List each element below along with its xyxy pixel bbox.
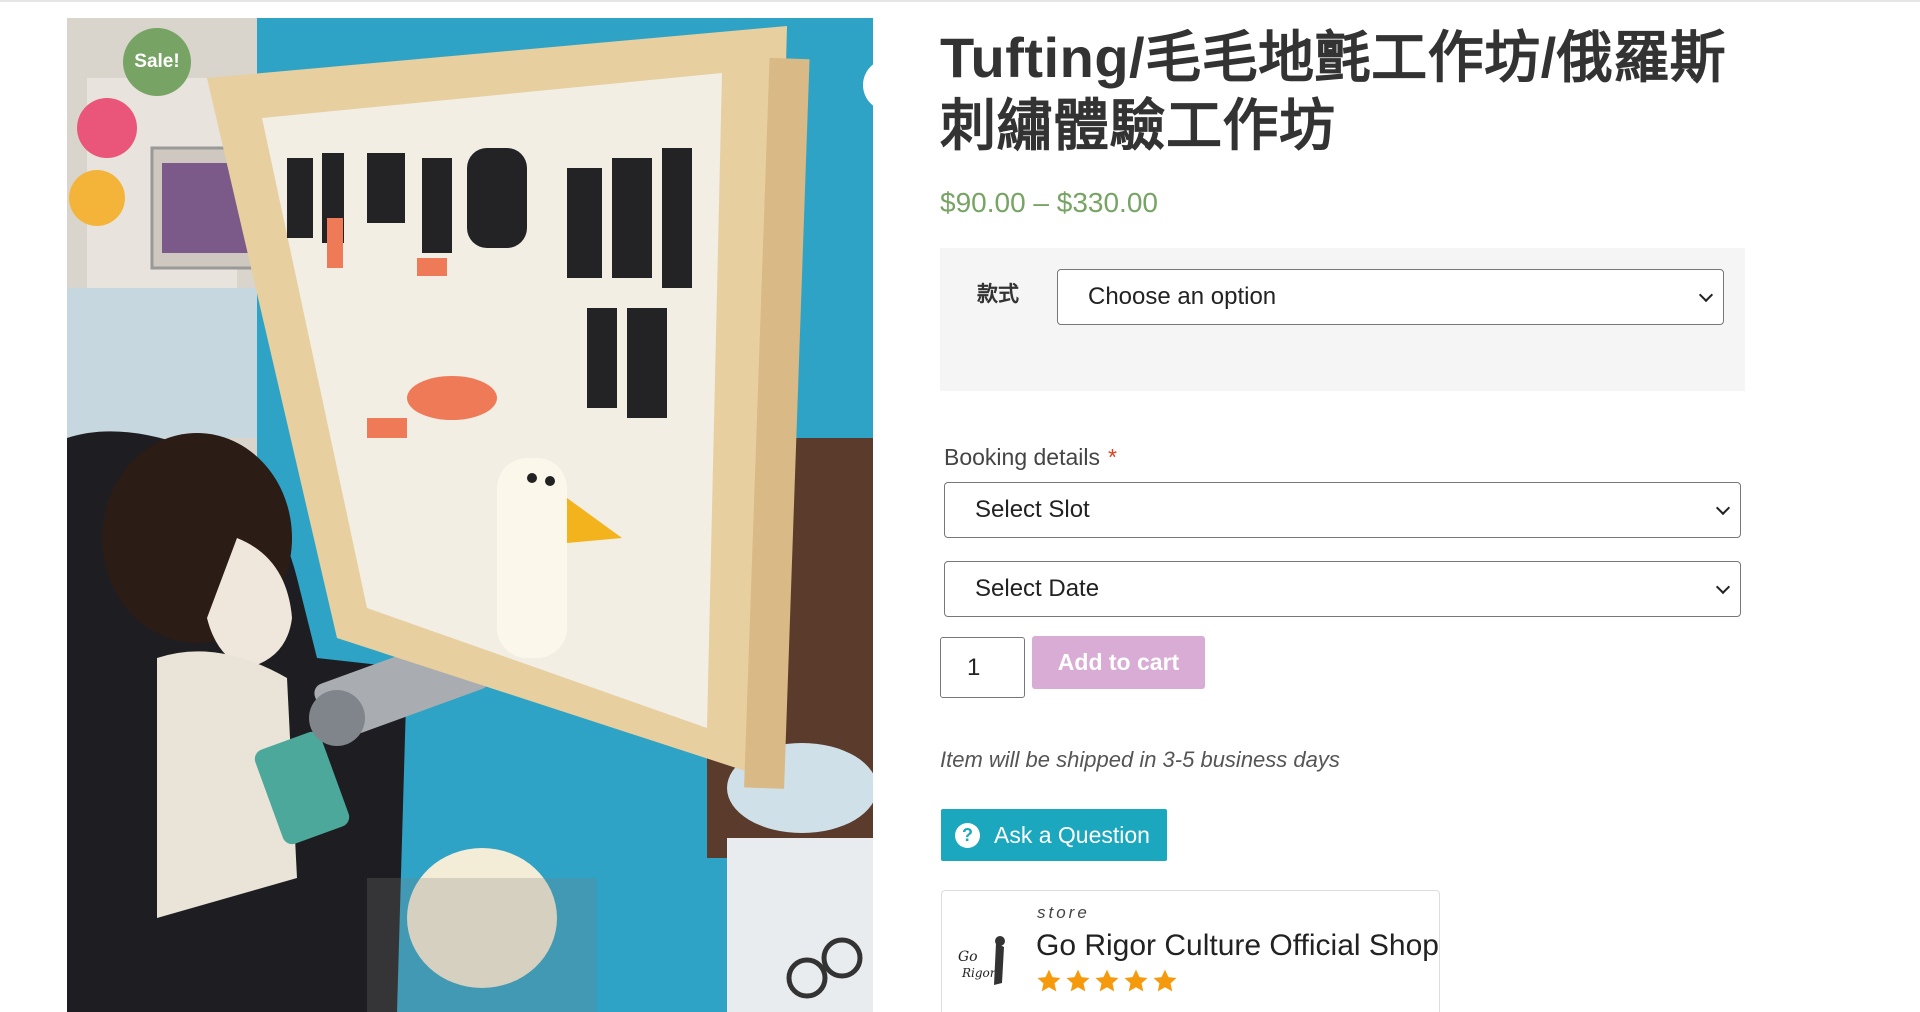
variation-select-value: Choose an option	[1088, 283, 1277, 310]
date-select[interactable]: Select Date	[944, 561, 1741, 617]
product-gallery[interactable]: Sale!	[67, 18, 873, 1012]
variation-select[interactable]: Choose an option	[1057, 269, 1724, 325]
star-icon	[1153, 969, 1177, 992]
slot-select[interactable]: Select Slot	[944, 482, 1741, 538]
product-title-line1: Tufting/毛毛地氈工作坊/俄羅斯	[940, 26, 1727, 89]
store-card[interactable]: Go Rigor store Go Rigor Culture Official…	[941, 890, 1440, 1012]
store-name[interactable]: Go Rigor Culture Official Shop	[1036, 929, 1439, 963]
top-divider	[0, 0, 1920, 2]
quantity-input[interactable]: 1	[940, 637, 1025, 698]
add-to-cart-button[interactable]: Add to cart	[1032, 636, 1205, 689]
price-range: $90.00 – $330.00	[940, 187, 1158, 218]
chevron-down-icon	[1715, 579, 1731, 595]
store-rating	[1036, 968, 1178, 994]
star-icon	[1124, 969, 1148, 992]
booking-details-text: Booking details	[944, 444, 1100, 470]
slot-select-value: Select Slot	[975, 496, 1090, 523]
ask-question-label: Ask a Question	[994, 821, 1150, 848]
svg-text:Rigor: Rigor	[961, 966, 997, 980]
chevron-down-icon	[1698, 287, 1714, 303]
sale-badge: Sale!	[123, 28, 191, 96]
star-icon	[1066, 969, 1090, 992]
variations-panel: 款式 Choose an option	[940, 248, 1745, 391]
date-select-value: Select Date	[975, 575, 1100, 602]
required-marker: *	[1108, 444, 1117, 470]
product-title: Tufting/毛毛地氈工作坊/俄羅斯 刺繡體驗工作坊	[940, 24, 1745, 160]
ask-question-button[interactable]: ? Ask a Question	[941, 809, 1167, 861]
question-icon: ?	[955, 822, 980, 848]
shipping-note: Item will be shipped in 3-5 business day…	[940, 747, 1340, 772]
store-logo: Go Rigor	[958, 936, 1005, 985]
chevron-down-icon	[1715, 500, 1731, 516]
product-photo[interactable]	[67, 18, 873, 1012]
product-title-line2: 刺繡體驗工作坊	[940, 94, 1336, 157]
star-icon	[1037, 969, 1061, 992]
store-label: store	[1037, 903, 1090, 922]
booking-details-label: Booking details *	[944, 444, 1117, 471]
svg-text:Go: Go	[958, 949, 978, 965]
variation-label: 款式	[977, 283, 1019, 306]
star-icon	[1095, 969, 1119, 992]
